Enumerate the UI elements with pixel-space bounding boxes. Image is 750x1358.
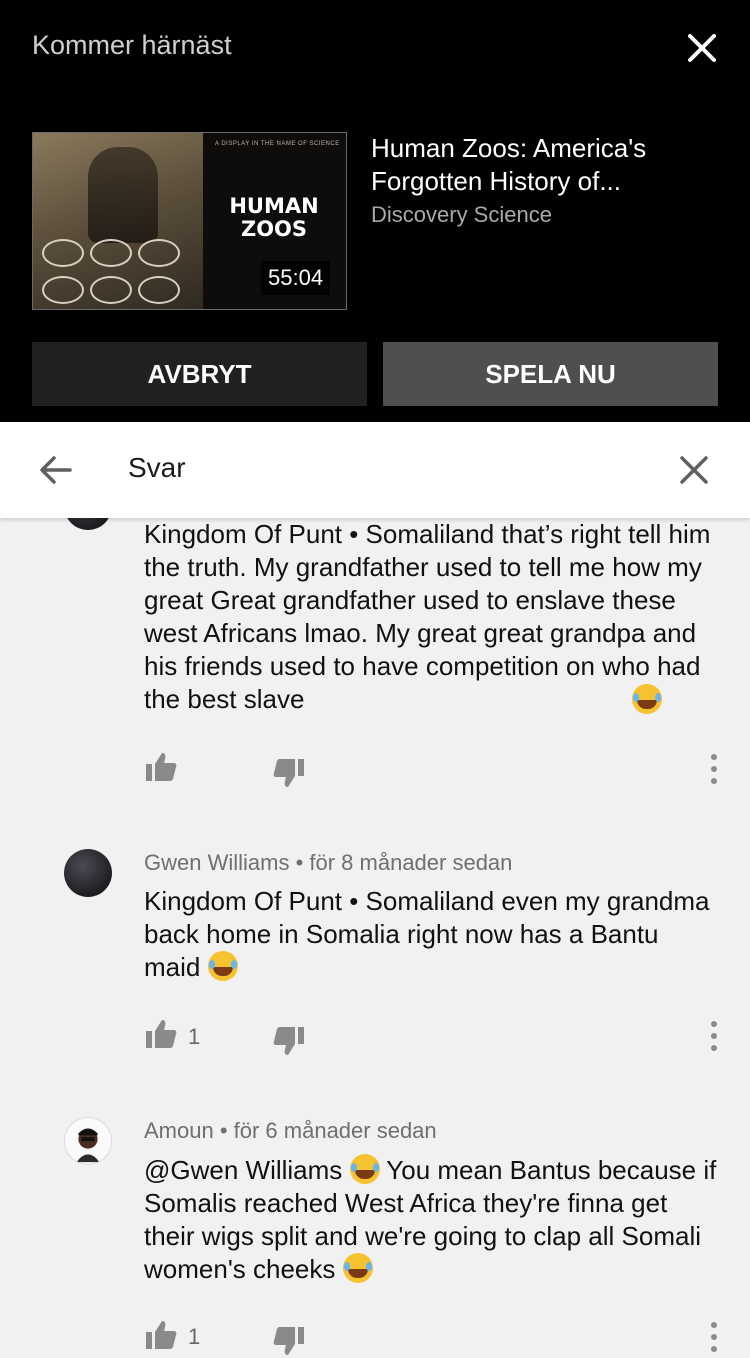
comment-text: @Gwen Williams You mean Bantus because i… xyxy=(144,1154,719,1286)
video-duration: 55:04 xyxy=(261,261,331,295)
award-laurels xyxy=(39,237,189,309)
tears-of-joy-emoji xyxy=(207,951,238,981)
arrow-left-icon[interactable] xyxy=(36,450,76,490)
replies-header: Svar xyxy=(0,422,750,518)
comment-mention[interactable]: @Gwen Williams xyxy=(144,1155,342,1185)
up-next-overlay: Kommer härnäst A DISPLAY IN THE NAME OF … xyxy=(0,0,750,422)
up-next-channel: Discovery Science xyxy=(371,202,552,227)
comment-text: Kingdom Of Punt • Somaliland even my gra… xyxy=(144,885,719,984)
thumb-up-icon[interactable] xyxy=(144,1017,178,1051)
like-count: 1 xyxy=(188,1324,201,1349)
thumb-down-icon[interactable] xyxy=(272,1024,306,1058)
more-vert-icon[interactable] xyxy=(700,1320,728,1354)
thumb-up-icon[interactable] xyxy=(144,1318,178,1352)
like-count: 1 xyxy=(188,1024,201,1049)
thumb-down-icon[interactable] xyxy=(272,756,306,790)
bitmoji-avatar xyxy=(76,1128,100,1163)
comment-text: Kingdom Of Punt • Somaliland that’s righ… xyxy=(144,519,711,714)
up-next-title: Kommer härnäst xyxy=(32,30,232,60)
tears-of-joy-emoji xyxy=(632,684,662,714)
thumbnail-title: HUMAN ZOOS xyxy=(229,194,319,241)
thumbnail-tagline: A DISPLAY IN THE NAME OF SCIENCE xyxy=(215,141,340,147)
up-next-thumbnail[interactable]: A DISPLAY IN THE NAME OF SCIENCE HUMAN Z… xyxy=(32,132,347,310)
more-vert-icon[interactable] xyxy=(700,1019,728,1053)
tears-of-joy-emoji xyxy=(349,1154,380,1184)
play-now-button[interactable]: SPELA NU xyxy=(383,342,718,406)
more-vert-icon[interactable] xyxy=(700,752,728,786)
tears-of-joy-emoji xyxy=(342,1253,373,1283)
thumb-up-icon[interactable] xyxy=(144,750,178,784)
avatar[interactable] xyxy=(64,849,112,897)
comment-meta: Gwen Williams • för 8 månader sedan xyxy=(144,850,513,875)
up-next-video-title[interactable]: Human Zoos: America's Forgotten History … xyxy=(371,132,721,198)
comment-meta: Amoun • för 6 månader sedan xyxy=(144,1118,437,1143)
thumb-down-icon[interactable] xyxy=(272,1324,306,1358)
close-icon[interactable] xyxy=(674,450,714,490)
thumbnail-photo xyxy=(33,133,203,309)
replies-title: Svar xyxy=(128,452,186,483)
close-icon[interactable] xyxy=(682,28,722,68)
cancel-button[interactable]: AVBRYT xyxy=(32,342,367,406)
avatar[interactable] xyxy=(64,1117,112,1165)
